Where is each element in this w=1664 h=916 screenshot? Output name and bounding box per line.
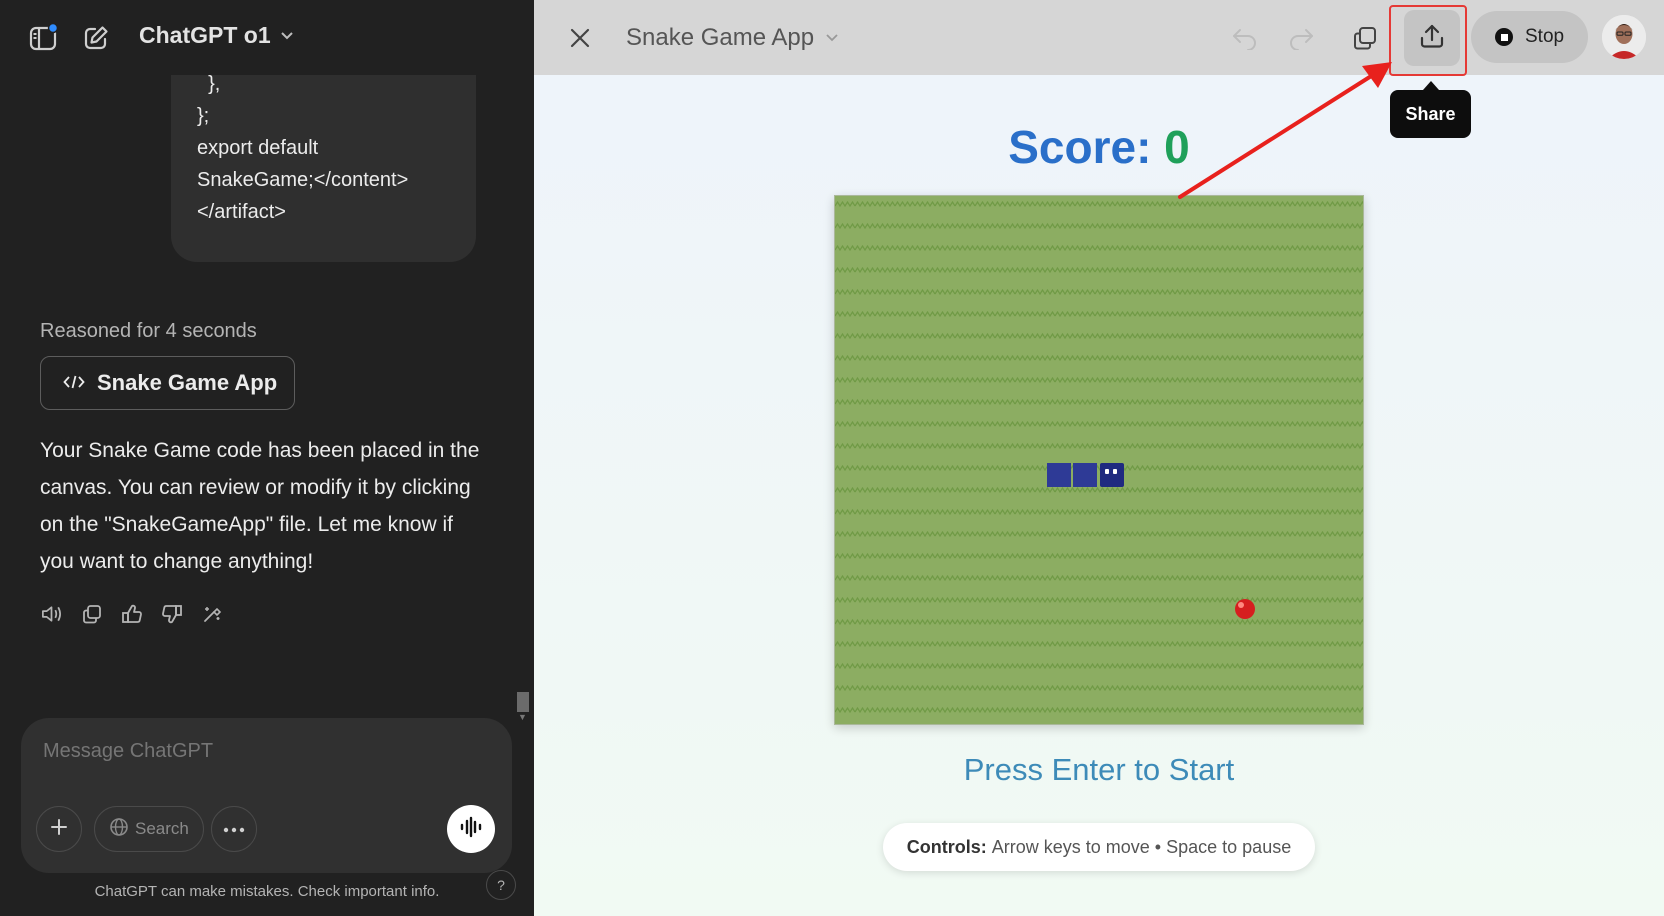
stop-label: Stop (1525, 26, 1565, 47)
game-pieces (1047, 463, 1255, 619)
artifact-button[interactable]: Snake Game App (40, 356, 295, 410)
code-line: export default (197, 137, 319, 159)
thumbs-down-icon[interactable] (160, 602, 183, 625)
undo-icon[interactable] (1225, 18, 1265, 58)
canvas-panel: Snake Game App Stop Share Score: 0 Press… (534, 0, 1664, 916)
copy-icon[interactable] (80, 602, 103, 625)
code-icon (63, 370, 85, 396)
regenerate-icon[interactable] (200, 602, 223, 625)
stop-button[interactable]: Stop (1471, 11, 1588, 63)
snake-body-segment (1073, 463, 1097, 487)
chevron-down-icon (824, 24, 840, 52)
controls-text: Arrow keys to move • Space to pause (991, 836, 1292, 857)
message-composer: Search (21, 718, 512, 873)
score-label: Score: (1008, 121, 1152, 173)
scroll-down-arrow[interactable]: ▼ (518, 712, 527, 722)
canvas-title-text: Snake Game App (626, 24, 815, 51)
reasoning-status[interactable]: Reasoned for 4 seconds (40, 320, 257, 343)
controls-hint: Controls: Arrow keys to move • Space to … (883, 823, 1315, 871)
chat-header: ChatGPT o1 (0, 0, 534, 75)
plus-icon (49, 817, 69, 842)
snake-head (1100, 463, 1124, 487)
close-icon[interactable] (564, 22, 596, 54)
redo-icon[interactable] (1281, 18, 1321, 58)
snake-body-segment (1047, 463, 1071, 487)
score-value: 0 (1164, 121, 1190, 173)
food-apple (1235, 599, 1255, 619)
share-highlight-box (1389, 5, 1467, 76)
start-prompt: Press Enter to Start (963, 752, 1235, 787)
assistant-reply: Your Snake Game code has been placed in … (40, 439, 480, 573)
globe-icon (109, 817, 129, 842)
model-selector[interactable]: ChatGPT o1 (139, 22, 295, 49)
message-actions (40, 602, 223, 625)
canvas-title[interactable]: Snake Game App (626, 24, 840, 52)
search-label: Search (135, 819, 189, 838)
voice-mode-button[interactable] (447, 805, 495, 853)
disclaimer: ChatGPT can make mistakes. Check importa… (94, 883, 440, 900)
stop-icon (1495, 28, 1513, 46)
chat-panel: }, }; export default SnakeGame;</content… (0, 0, 534, 916)
thumbs-up-icon[interactable] (120, 602, 143, 625)
read-aloud-icon[interactable] (40, 602, 63, 625)
voice-waveform-icon (459, 816, 483, 843)
chevron-down-icon (279, 22, 295, 49)
copy-icon[interactable] (1345, 18, 1385, 58)
new-chat-icon[interactable] (80, 22, 112, 54)
score-display: Score: 0 (534, 120, 1664, 174)
game-board[interactable] (834, 195, 1364, 725)
attach-button[interactable] (36, 806, 82, 852)
scrollbar-thumb[interactable] (517, 692, 529, 712)
code-line: SnakeGame;</content> (197, 169, 409, 191)
more-options-button[interactable] (211, 806, 257, 852)
controls-label: Controls: (906, 836, 987, 857)
ellipsis-icon (223, 820, 245, 838)
snake-eye (1113, 469, 1117, 474)
code-line: </artifact> (197, 201, 286, 223)
artifact-label: Snake Game App (97, 370, 278, 395)
sidebar-toggle-icon[interactable] (27, 22, 59, 54)
avatar[interactable] (1602, 15, 1646, 59)
canvas-header: Snake Game App Stop (534, 0, 1664, 76)
model-name: ChatGPT o1 (139, 22, 271, 48)
snake-eye (1105, 469, 1109, 474)
search-button[interactable]: Search (94, 806, 204, 852)
code-line: }; (197, 105, 210, 127)
help-button[interactable]: ? (486, 870, 516, 900)
food-highlight (1238, 602, 1244, 608)
message-input[interactable] (43, 740, 463, 763)
